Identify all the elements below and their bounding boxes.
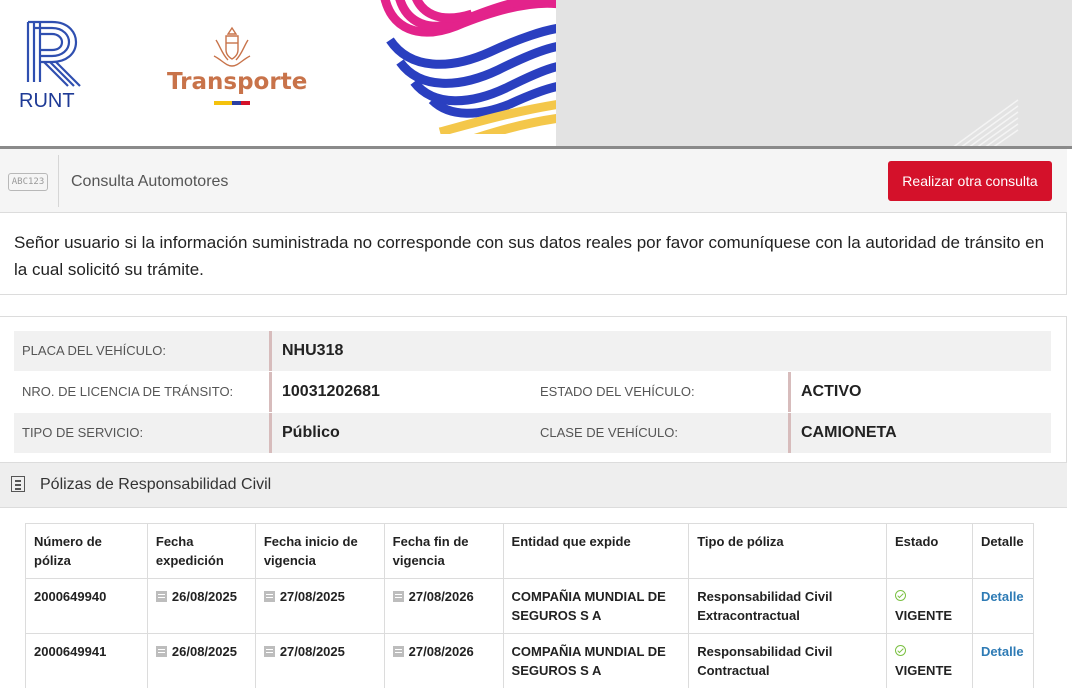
table-row: 2000649940 26/08/2025 27/08/2025 27/08/2…	[25, 578, 1035, 634]
decorative-wave-graphic	[380, 0, 556, 134]
colombia-flag-bar	[214, 101, 250, 105]
poliza-numero: 2000649940	[25, 578, 148, 634]
fecha-expedicion: 26/08/2025	[171, 589, 237, 604]
col-tipo-header: Tipo de póliza	[688, 523, 887, 579]
fecha-fin-cell: 27/08/2026	[383, 633, 504, 688]
fecha-fin-cell: 27/08/2026	[383, 578, 504, 634]
check-circle-icon	[894, 590, 906, 601]
fecha-expedicion: 26/08/2025	[171, 644, 237, 659]
query-bar: ABC123 Consulta Automotores Realizar otr…	[0, 149, 1067, 213]
polizas-section-header[interactable]: Pólizas de Responsabilidad Civil	[0, 462, 1067, 508]
check-circle-icon	[894, 645, 906, 656]
fecha-inicio-cell: 27/08/2025	[254, 578, 385, 634]
info-row-licencia: NRO. DE LICENCIA DE TRÁNSITO: 1003120268…	[14, 372, 1051, 412]
fecha-expedicion-cell: 26/08/2025	[146, 578, 256, 634]
fecha-inicio-cell: 27/08/2025	[254, 633, 385, 688]
col-fin-header: Fecha fin de vigencia	[383, 523, 504, 579]
transporte-wordmark: Transporte	[167, 69, 308, 95]
calendar-icon	[263, 591, 275, 602]
colombia-coat-of-arms-icon	[213, 26, 251, 67]
detalle-cell: Detalle	[971, 633, 1035, 688]
tipo-poliza: Responsabilidad Civil Contractual	[688, 633, 887, 688]
servicio-value: Público	[269, 413, 340, 453]
estado: VIGENTE	[894, 608, 953, 623]
polizas-title: Pólizas de Responsabilidad Civil	[40, 476, 272, 493]
header-gray-panel	[556, 0, 1072, 148]
decorative-stripes-graphic	[951, 99, 1019, 148]
polizas-table-wrapper: Número de póliza Fecha expedición Fecha …	[25, 523, 1035, 688]
col-detalle-header: Detalle	[971, 523, 1035, 579]
clase-value: CAMIONETA	[788, 413, 897, 453]
placa-label: PLACA DEL VEHÍCULO:	[22, 343, 167, 358]
page-header: RUNT Transporte	[0, 0, 1072, 148]
calendar-icon	[392, 591, 404, 602]
fecha-inicio: 27/08/2025	[279, 589, 345, 604]
entidad: COMPAÑIA MUNDIAL DE SEGUROS S A	[502, 578, 690, 634]
estado-cell: VIGENTE	[885, 578, 973, 634]
polizas-table: Número de póliza Fecha expedición Fecha …	[25, 523, 1035, 688]
runt-wordmark: RUNT	[19, 90, 75, 112]
notice-text: Señor usuario si la información suminist…	[14, 233, 1045, 279]
page-title: Consulta Automotores	[71, 173, 229, 190]
table-header-row: Número de póliza Fecha expedición Fecha …	[25, 523, 1035, 579]
col-numero-header: Número de póliza	[25, 523, 148, 579]
col-estado-header: Estado	[885, 523, 973, 579]
estado-value: ACTIVO	[788, 372, 861, 412]
license-plate-icon: ABC123	[8, 173, 48, 191]
new-query-button[interactable]: Realizar otra consulta	[888, 161, 1052, 201]
fecha-fin: 27/08/2026	[408, 644, 474, 659]
detalle-link[interactable]: Detalle	[981, 589, 1024, 604]
calendar-icon	[263, 646, 275, 657]
calendar-icon	[155, 591, 167, 602]
list-icon	[11, 476, 25, 492]
clase-label: CLASE DE VEHÍCULO:	[540, 425, 678, 440]
detalle-link[interactable]: Detalle	[981, 644, 1024, 659]
fecha-inicio: 27/08/2025	[279, 644, 345, 659]
poliza-numero: 2000649941	[25, 633, 148, 688]
detalle-cell: Detalle	[971, 578, 1035, 634]
table-row: 2000649941 26/08/2025 27/08/2025 27/08/2…	[25, 633, 1035, 688]
fecha-fin: 27/08/2026	[408, 589, 474, 604]
notice-panel: Señor usuario si la información suminist…	[0, 213, 1067, 295]
estado: VIGENTE	[894, 663, 953, 678]
estado-cell: VIGENTE	[885, 633, 973, 688]
info-row-servicio: TIPO DE SERVICIO: Público CLASE DE VEHÍC…	[14, 413, 1051, 453]
divider	[58, 155, 59, 207]
info-row-placa: PLACA DEL VEHÍCULO: NHU318	[14, 331, 1051, 371]
col-inicio-header: Fecha inicio de vigencia	[254, 523, 385, 579]
col-entidad-header: Entidad que expide	[502, 523, 690, 579]
vehicle-info-panel: PLACA DEL VEHÍCULO: NHU318 NRO. DE LICEN…	[0, 316, 1067, 462]
licencia-value: 10031202681	[269, 372, 380, 412]
placa-value: NHU318	[269, 331, 343, 371]
servicio-label: TIPO DE SERVICIO:	[22, 425, 144, 440]
licencia-label: NRO. DE LICENCIA DE TRÁNSITO:	[22, 384, 234, 399]
entidad: COMPAÑIA MUNDIAL DE SEGUROS S A	[502, 633, 690, 688]
tipo-poliza: Responsabilidad Civil Extracontractual	[688, 578, 887, 634]
calendar-icon	[155, 646, 167, 657]
col-expedicion-header: Fecha expedición	[146, 523, 256, 579]
fecha-expedicion-cell: 26/08/2025	[146, 633, 256, 688]
calendar-icon	[392, 646, 404, 657]
estado-label: ESTADO DEL VEHÍCULO:	[540, 384, 695, 399]
